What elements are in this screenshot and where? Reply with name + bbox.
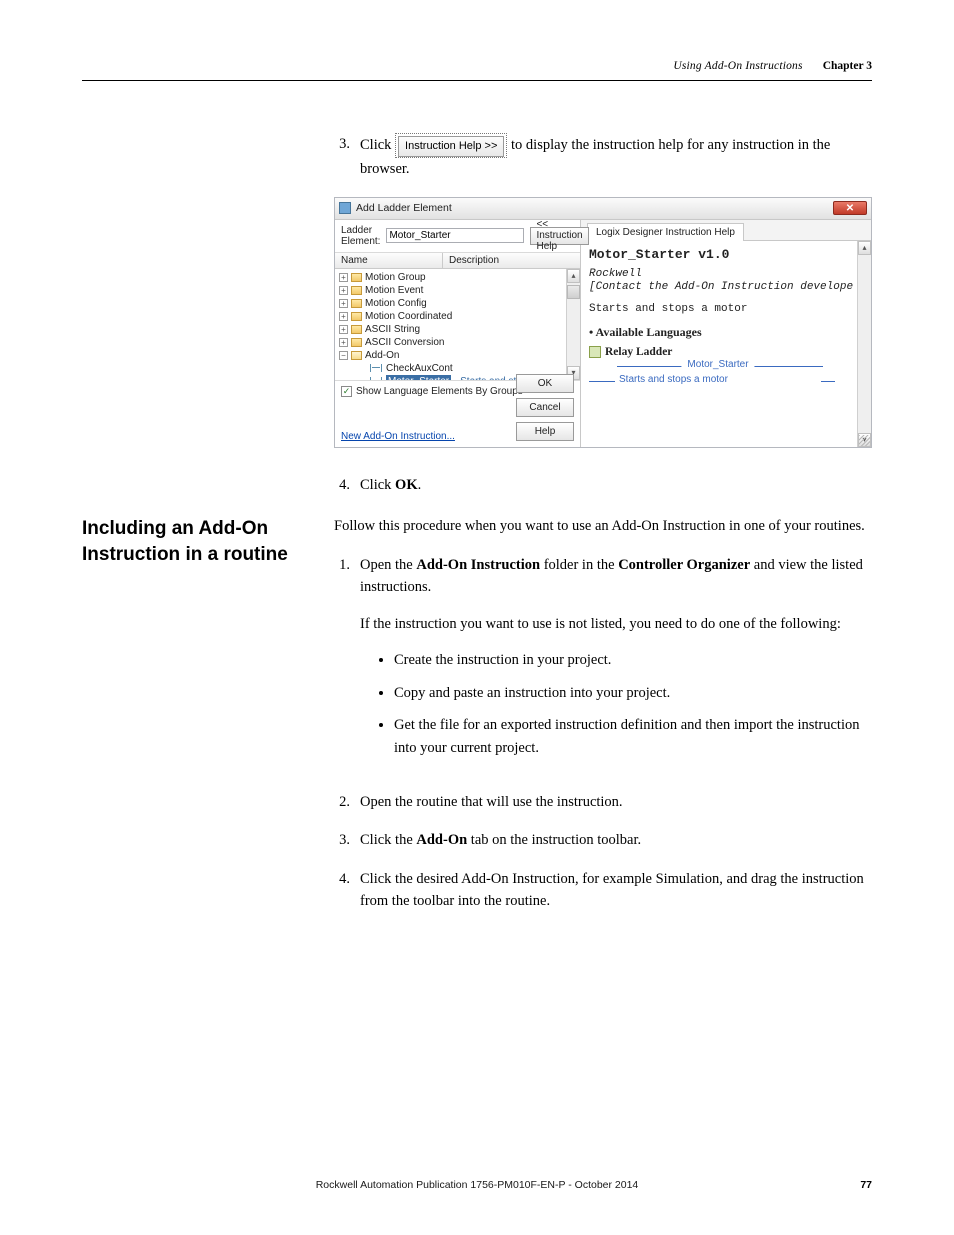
routine-step-3: 3. Click the Add-On tab on the instructi… [334,829,872,851]
instruction-tree[interactable]: +Motion Group +Motion Event +Motion Conf… [335,269,580,381]
help-title: Motor_Starter v1.0 [589,247,863,262]
scroll-up-icon[interactable]: ▴ [567,269,580,283]
tree-item-motion-event[interactable]: +Motion Event [339,284,576,297]
dialog-titlebar: Add Ladder Element ✕ [335,198,871,220]
relay-ladder-icon [589,346,601,358]
tree-item-motion-config[interactable]: +Motion Config [339,297,576,310]
motor-starter-block: Motor_Starter Starts and stops a motor [589,366,847,393]
routine-step-4: 4. Click the desired Add-On Instruction,… [334,868,872,913]
help-description: Starts and stops a motor [589,303,863,315]
header-section: Using Add-On Instructions [673,60,802,72]
cancel-button[interactable]: Cancel [516,398,574,417]
ok-button[interactable]: OK [516,374,574,393]
show-by-groups-checkbox[interactable]: ✓ [341,386,352,397]
tree-item-motion-coordinated[interactable]: +Motion Coordinated [339,310,576,323]
relay-ladder-label: Relay Ladder [605,346,672,358]
help-scrollbar[interactable]: ▴ ▾ [857,241,871,447]
bullet-3: Get the file for an exported instruction… [394,714,872,759]
ladder-element-input[interactable] [386,228,524,243]
routine-step-2: 2. Open the routine that will use the in… [334,791,872,813]
help-button[interactable]: Help [516,422,574,441]
section-heading: Including an Add-On Instruction in a rou… [82,516,316,567]
instruction-help-button[interactable]: Instruction Help >> [395,133,507,158]
scroll-thumb[interactable] [567,285,580,299]
tree-column-headers: Name Description [335,253,580,269]
header-chapter: Chapter 3 [823,60,872,72]
resize-grip-icon[interactable] [859,435,870,446]
ladder-element-label: Ladder Element: [341,225,380,247]
col-description: Description [443,253,580,268]
show-by-groups-label: Show Language Elements By Groups [356,386,523,397]
tree-item-ascii-string[interactable]: +ASCII String [339,323,576,336]
page-footer: Rockwell Automation Publication 1756-PM0… [82,1179,872,1191]
step-3: 3. Click Instruction Help >> to display … [334,133,872,181]
intro-paragraph: Follow this procedure when you want to u… [334,516,872,538]
dialog-title: Add Ladder Element [356,202,452,214]
scroll-up-icon[interactable]: ▴ [858,241,871,255]
hide-instruction-help-button[interactable]: << Instruction Help [530,227,588,245]
tree-item-motion-group[interactable]: +Motion Group [339,271,576,284]
tree-item-ascii-conversion[interactable]: +ASCII Conversion [339,336,576,349]
add-ladder-element-dialog: Add Ladder Element ✕ Ladder Element: << … [334,197,872,448]
page-number: 77 [832,1179,872,1191]
publication-id: Rockwell Automation Publication 1756-PM0… [122,1179,832,1191]
help-tab[interactable]: Logix Designer Instruction Help [587,223,744,241]
available-languages-heading: Available Languages [589,325,863,340]
page-header: Using Add-On Instructions Chapter 3 [82,60,872,81]
bullet-2: Copy and paste an instruction into your … [394,682,872,704]
col-name: Name [335,253,443,268]
step-4: 4. Click OK. [334,474,872,496]
tree-scrollbar[interactable]: ▴ ▾ [566,269,580,380]
dialog-icon [339,202,351,214]
bullet-1: Create the instruction in your project. [394,649,872,671]
tree-item-add-on[interactable]: −Add-On [339,349,576,362]
close-icon[interactable]: ✕ [833,201,867,215]
routine-step-1: 1. Open the Add-On Instruction folder in… [334,554,872,775]
help-pane: Motor_Starter v1.0 Rockwell [Contact the… [581,241,871,447]
